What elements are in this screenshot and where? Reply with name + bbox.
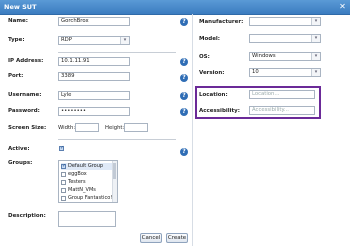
help-icon[interactable]: ? <box>180 108 188 116</box>
ip-address-label: IP Address: <box>8 58 44 64</box>
ip-address-input[interactable]: 10.1.11.91 <box>58 57 130 66</box>
manufacturer-label: Manufacturer: <box>199 19 244 25</box>
section-divider <box>58 139 176 140</box>
accessibility-label: Accessibility: <box>199 108 240 114</box>
group-checkbox[interactable] <box>61 188 66 193</box>
active-checkbox[interactable] <box>59 145 64 151</box>
group-item-mattn-vms[interactable]: MattN_VMs <box>61 187 117 194</box>
create-button[interactable]: Create <box>166 233 188 243</box>
chevron-down-icon: ▾ <box>311 18 320 25</box>
chevron-down-icon: ▾ <box>120 37 129 44</box>
model-select[interactable]: ▾ <box>249 34 321 43</box>
group-checkbox[interactable] <box>61 163 66 169</box>
dialog-title: New SUT <box>4 3 37 11</box>
help-icon[interactable]: ? <box>180 18 188 26</box>
group-item-label: Testers <box>68 179 86 185</box>
new-sut-dialog: New SUT ✕ Name: GorchBrox Type: RDP ▾ IP… <box>0 0 350 248</box>
group-checkbox[interactable] <box>61 196 66 201</box>
username-input[interactable]: Lyle <box>58 91 130 100</box>
close-icon[interactable]: ✕ <box>338 2 347 11</box>
os-select[interactable]: Windows ▾ <box>249 52 321 61</box>
group-item-label: Group Fantastico! <box>68 195 113 201</box>
password-input[interactable]: •••••••• <box>58 107 130 116</box>
help-icon[interactable]: ? <box>180 74 188 82</box>
version-select[interactable]: 10 ▾ <box>249 68 321 77</box>
group-item-label: eggBox <box>68 171 87 177</box>
group-item-testers[interactable]: Testers <box>61 179 117 186</box>
height-input[interactable] <box>124 123 148 132</box>
location-input[interactable]: Location... <box>249 90 315 99</box>
active-label: Active: <box>8 146 30 152</box>
groups-scrollbar[interactable] <box>112 161 117 202</box>
group-checkbox[interactable] <box>61 180 66 185</box>
port-input[interactable]: 3389 <box>58 72 130 81</box>
model-label: Model: <box>199 36 221 42</box>
password-label: Password: <box>8 108 40 114</box>
chevron-down-icon: ▾ <box>311 35 320 42</box>
type-select-value: RDP <box>61 37 72 43</box>
group-item-label: MattN_VMs <box>68 187 96 193</box>
version-label: Version: <box>199 70 225 76</box>
width-input[interactable] <box>75 123 99 132</box>
name-label: Name: <box>8 18 28 24</box>
manufacturer-select[interactable]: ▾ <box>249 17 321 26</box>
help-icon[interactable]: ? <box>180 92 188 100</box>
name-input[interactable]: GorchBrox <box>58 17 130 26</box>
os-select-value: Windows <box>252 53 276 59</box>
version-select-value: 10 <box>252 69 259 75</box>
group-checkbox[interactable] <box>61 172 66 177</box>
groups-label: Groups: <box>8 160 33 166</box>
chevron-down-icon: ▾ <box>311 69 320 76</box>
port-label: Port: <box>8 73 24 79</box>
type-label: Type: <box>8 37 25 43</box>
height-label: Height: <box>105 125 125 131</box>
help-icon[interactable]: ? <box>180 148 188 156</box>
group-item-label: Default Group <box>68 163 104 169</box>
title-bar[interactable]: New SUT ✕ <box>0 0 350 15</box>
description-label: Description: <box>8 213 46 219</box>
description-textarea[interactable] <box>58 211 116 227</box>
help-icon[interactable]: ? <box>180 58 188 66</box>
width-label: Width: <box>58 125 76 131</box>
cancel-button[interactable]: Cancel <box>140 233 162 243</box>
screen-size-label: Screen Size: <box>8 125 47 131</box>
group-item-group-fantastico[interactable]: Group Fantastico! <box>61 195 117 202</box>
os-label: OS: <box>199 54 210 60</box>
chevron-down-icon: ▾ <box>311 53 320 60</box>
accessibility-input[interactable]: Accessibility... <box>249 106 315 115</box>
column-divider <box>192 14 193 246</box>
section-divider <box>58 52 176 53</box>
groups-list[interactable]: Default Group eggBox Testers MattN_VMs G… <box>58 160 118 203</box>
location-label: Location: <box>199 92 228 98</box>
group-item-eggbox[interactable]: eggBox <box>61 171 117 178</box>
type-select[interactable]: RDP ▾ <box>58 36 130 45</box>
scrollbar-thumb[interactable] <box>113 163 116 179</box>
group-item-default-group[interactable]: Default Group <box>61 163 117 170</box>
username-label: Username: <box>8 92 42 98</box>
